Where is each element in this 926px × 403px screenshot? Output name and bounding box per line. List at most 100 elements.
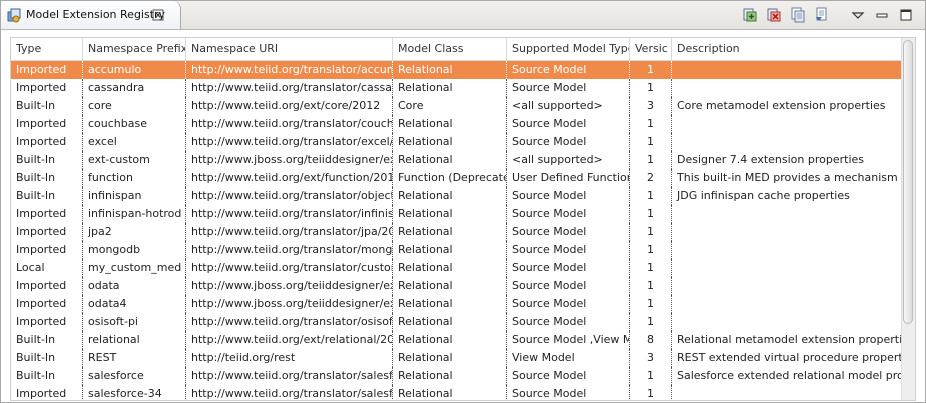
cell-model-class: Relational (393, 295, 507, 313)
cell-description: This built-in MED provides a mechanism f… (677, 171, 904, 184)
column-header[interactable]: Description (672, 38, 904, 60)
cell-model-types: Source Model (507, 223, 630, 241)
column-header[interactable]: Namespace URI (186, 38, 393, 60)
cell-type: Local (11, 259, 83, 277)
registry-icon (7, 8, 21, 23)
cell-uri: http://www.teiid.org/ext/core/2012 (186, 97, 393, 115)
cell-uri: http://www.teiid.org/translator/accumulo… (186, 61, 393, 79)
model-extension-registry-view: Model Extension Registry Type Namespace … (0, 0, 926, 403)
cell-uri: http://www.teiid.org/translator/infinisp… (186, 205, 393, 223)
register-extension-icon[interactable] (741, 6, 759, 24)
cell-prefix: odata4 (83, 295, 186, 313)
table-row[interactable]: Imported odata4 http://www.jboss.org/teiid… (11, 295, 904, 313)
cell-version: 8 (630, 331, 672, 349)
table-row[interactable]: Built-In ext-custom http://www.jboss.org/t… (11, 151, 904, 169)
close-icon[interactable] (152, 9, 164, 21)
cell-version: 1 (630, 79, 672, 97)
column-header[interactable]: Model Class (393, 38, 507, 60)
table-row[interactable]: Built-In salesforce http://www.teiid.org/t… (11, 367, 904, 385)
cell-description: Relational metamodel extension propertie… (677, 333, 904, 346)
cell-model-types: View Model (507, 349, 630, 367)
column-header[interactable]: Namespace Prefix (83, 38, 186, 60)
view-menu-icon[interactable] (849, 6, 867, 24)
table-row[interactable]: Local my_custom_med http://www.teiid.org/t… (11, 259, 904, 277)
cell-model-class: Relational (393, 313, 507, 331)
table-row[interactable]: Built-In function http://www.teiid.org/ext… (11, 169, 904, 187)
cell-version: 1 (630, 151, 672, 169)
cell-description (672, 277, 904, 295)
cell-version: 1 (630, 277, 672, 295)
cell-prefix: relational (83, 331, 186, 349)
cell-model-class: Relational (393, 277, 507, 295)
tab-model-extension-registry[interactable]: Model Extension Registry (1, 1, 181, 29)
column-header[interactable]: Supported Model Types (507, 38, 630, 60)
cell-description (672, 205, 904, 223)
cell-description: Designer 7.4 extension properties (677, 153, 865, 166)
cell-type: Imported (11, 241, 83, 259)
cell-description (672, 223, 904, 241)
copy-icon[interactable] (789, 6, 807, 24)
cell-type: Built-In (11, 349, 83, 367)
cell-prefix: excel (83, 133, 186, 151)
table-row[interactable]: Built-In core http://www.teiid.org/ext/cor… (11, 97, 904, 115)
cell-prefix: salesforce (83, 367, 186, 385)
cell-model-types: Source Model (507, 313, 630, 331)
table-row[interactable]: Imported couchbase http://www.teiid.org/tr… (11, 115, 904, 133)
cell-prefix: my_custom_med (83, 259, 186, 277)
cell-description: Core metamodel extension properties (677, 99, 886, 112)
table-header: Type Namespace Prefix Namespace URI Model C… (11, 38, 915, 61)
cell-model-class: Function (Deprecated) (393, 169, 507, 187)
cell-model-types: <all supported> (507, 97, 630, 115)
table-row[interactable]: Imported jpa2 http://www.teiid.org/transla… (11, 223, 904, 241)
cell-description (672, 295, 904, 313)
cell-prefix: cassandra (83, 79, 186, 97)
cell-type: Imported (11, 115, 83, 133)
table-row[interactable]: Imported mongodb http://www.teiid.org/tran… (11, 241, 904, 259)
table-row[interactable]: Imported excel http://www.teiid.org/transl… (11, 133, 904, 151)
table-row[interactable]: Imported infinispan-hotrod http://www.teii… (11, 205, 904, 223)
table-row[interactable]: Imported accumulo http://www.teiid.org/tra… (11, 61, 904, 79)
cell-uri: http://www.teiid.org/translator/cassandr… (186, 79, 393, 97)
cell-type: Built-In (11, 187, 83, 205)
cell-version: 3 (630, 349, 672, 367)
table-row[interactable]: Imported salesforce-34 http://www.teiid.or… (11, 385, 904, 400)
table-row[interactable]: Built-In REST http://teiid.org/rest Relatio… (11, 349, 904, 367)
cell-description: Salesforce extended relational model pro… (677, 369, 904, 382)
cell-model-class: Relational (393, 241, 507, 259)
cell-type: Imported (11, 385, 83, 400)
cell-description (672, 313, 904, 331)
cell-version: 1 (630, 115, 672, 133)
cell-model-types: Source Model (507, 259, 630, 277)
cell-description (672, 133, 904, 151)
column-header[interactable]: Versic (630, 38, 672, 60)
cell-prefix: couchbase (83, 115, 186, 133)
column-header[interactable]: Type (11, 38, 83, 60)
maximize-icon[interactable] (897, 6, 915, 24)
cell-model-class: Relational (393, 367, 507, 385)
scrollbar-thumb[interactable] (903, 40, 913, 324)
unregister-extension-icon[interactable] (765, 6, 783, 24)
cell-model-class: Core (393, 97, 507, 115)
cell-model-class: Relational (393, 223, 507, 241)
update-icon[interactable] (813, 6, 831, 24)
minimize-icon[interactable] (873, 6, 891, 24)
cell-uri: http://www.teiid.org/translator/object/2… (186, 187, 393, 205)
cell-prefix: osisoft-pi (83, 313, 186, 331)
cell-version: 1 (630, 223, 672, 241)
cell-version: 1 (630, 133, 672, 151)
cell-model-types: Source Model (507, 385, 630, 400)
cell-prefix: odata (83, 277, 186, 295)
cell-prefix: mongodb (83, 241, 186, 259)
table-row[interactable]: Built-In infinispan http://www.teiid.org/t… (11, 187, 904, 205)
cell-description (672, 61, 904, 79)
cell-model-types: Source Model (507, 241, 630, 259)
vertical-scrollbar[interactable] (901, 38, 915, 400)
cell-version: 3 (630, 97, 672, 115)
cell-description (672, 241, 904, 259)
cell-prefix: infinispan-hotrod (83, 205, 186, 223)
table-row[interactable]: Imported odata http://www.jboss.org/teiidd… (11, 277, 904, 295)
table-row[interactable]: Imported cassandra http://www.teiid.org/tr… (11, 79, 904, 97)
extension-table[interactable]: Type Namespace Prefix Namespace URI Model C… (10, 37, 916, 401)
table-row[interactable]: Imported osisoft-pi http://www.teiid.org/t… (11, 313, 904, 331)
table-row[interactable]: Built-In relational http://www.teiid.org/e… (11, 331, 904, 349)
